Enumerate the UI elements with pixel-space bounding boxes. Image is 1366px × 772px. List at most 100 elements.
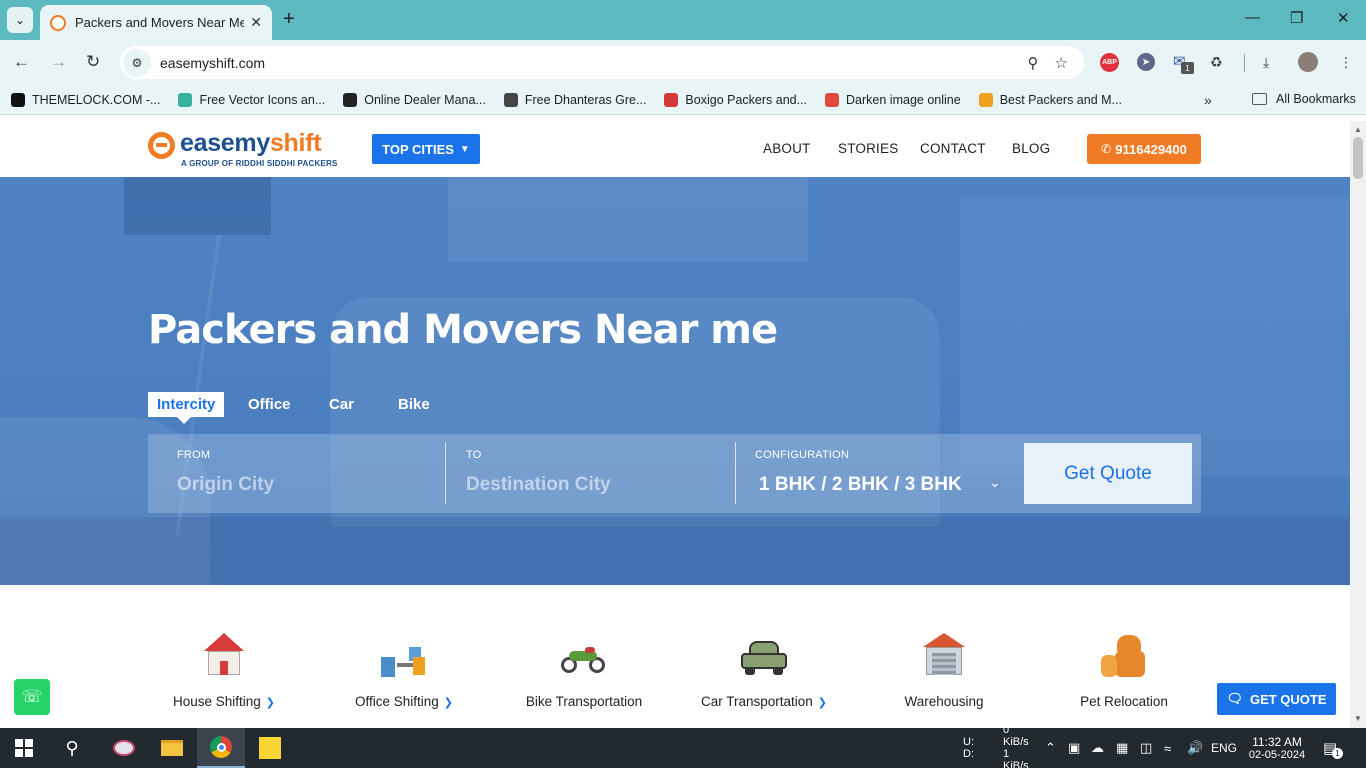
scrollbar-thumb[interactable] xyxy=(1353,137,1363,179)
download-icon[interactable]: ⤓ xyxy=(1263,54,1269,71)
hero-section: Packers and Movers Near me Intercity Off… xyxy=(0,177,1350,585)
tab-office[interactable]: Office xyxy=(239,392,300,417)
service-office-shifting[interactable]: Office Shifting ❯ xyxy=(324,633,484,711)
scroll-up-icon[interactable]: ▲ xyxy=(1354,125,1362,134)
quote-form: FROM Origin City TO Destination City CON… xyxy=(148,434,1201,513)
service-pet-relocation[interactable]: Pet Relocation xyxy=(1044,633,1204,711)
configuration-value[interactable]: 1 BHK / 2 BHK / 3 BHK xyxy=(759,474,962,496)
file-explorer-icon[interactable] xyxy=(148,728,196,768)
task-manager-icon[interactable]: ▦ xyxy=(1116,728,1128,768)
close-icon[interactable]: ✕ xyxy=(250,14,262,31)
meet-now-icon[interactable]: ▣ xyxy=(1068,728,1080,768)
tab-search-button[interactable]: ⌄ xyxy=(7,7,33,33)
nav-blog[interactable]: BLOG xyxy=(1012,141,1050,156)
bookmark-favicon-icon xyxy=(664,92,679,107)
from-input[interactable]: Origin City xyxy=(177,474,274,496)
whatsapp-icon: ☏ xyxy=(21,687,43,706)
bookmark-favicon-icon xyxy=(503,92,518,107)
extensions-puzzle-icon[interactable]: ♻ xyxy=(1210,54,1223,71)
notifications-icon[interactable]: ▤ 1 xyxy=(1323,728,1343,768)
more-menu-icon[interactable]: ⋮ xyxy=(1339,54,1353,71)
bookmark-item[interactable]: Free Vector Icons an... xyxy=(178,92,325,107)
bookmark-item[interactable]: Darken image online xyxy=(825,92,961,107)
office-desk-icon xyxy=(379,633,429,681)
to-input[interactable]: Destination City xyxy=(466,474,611,496)
nav-contact[interactable]: CONTACT xyxy=(920,141,986,156)
cursor-extension-icon[interactable]: ➤ xyxy=(1137,53,1155,71)
nav-stories[interactable]: STORIES xyxy=(838,141,898,156)
page-scrollbar[interactable]: ▲ ▼ xyxy=(1350,121,1366,728)
bookmark-item[interactable]: Online Dealer Mana... xyxy=(343,92,486,107)
restore-icon[interactable]: ❐ xyxy=(1290,9,1303,27)
search-icon[interactable]: ⚲ xyxy=(48,728,96,768)
language-indicator[interactable]: ENG xyxy=(1211,728,1237,768)
tab-title: Packers and Movers Near Me, H xyxy=(75,15,245,30)
configuration-select[interactable]: CONFIGURATION 1 BHK / 2 BHK / 3 BHK ⌄ xyxy=(736,434,1016,513)
logo-tagline: A GROUP OF RIDDHI SIDDHI PACKERS xyxy=(181,159,338,168)
profile-avatar[interactable] xyxy=(1298,52,1318,72)
nav-about[interactable]: ABOUT xyxy=(763,141,811,156)
bookmarks-overflow-icon[interactable]: » xyxy=(1204,92,1212,108)
browser-tab[interactable]: Packers and Movers Near Me, H ✕ xyxy=(40,5,272,40)
new-tab-button[interactable]: + xyxy=(283,8,295,31)
bookmark-favicon-icon xyxy=(825,92,840,107)
get-quote-button[interactable]: Get Quote xyxy=(1024,443,1192,504)
mail-extension-icon[interactable]: ✉ 1 xyxy=(1173,52,1195,74)
floating-get-quote-button[interactable]: 🗨 GET QUOTE xyxy=(1217,683,1336,715)
from-field[interactable]: FROM Origin City xyxy=(148,434,446,513)
close-window-icon[interactable]: ✕ xyxy=(1337,9,1350,27)
bookmark-item[interactable]: THEMELOCK.COM -... xyxy=(11,92,160,107)
clock[interactable]: 11:32 AM 02-05-2024 xyxy=(1246,728,1308,768)
whatsapp-button[interactable]: ☏ xyxy=(14,679,50,715)
browser-toolbar: ← → ↻ ⚙ easemyshift.com ⚲ ☆ ABP ➤ ✉ 1 ♻ … xyxy=(0,40,1366,85)
bookmark-favicon-icon xyxy=(978,92,993,107)
all-bookmarks-button[interactable]: All Bookmarks xyxy=(1252,92,1356,106)
top-cities-button[interactable]: TOP CITIES ▼ xyxy=(372,134,480,164)
chevron-down-icon: ⌄ xyxy=(14,13,26,27)
motorbike-icon xyxy=(559,633,609,681)
reload-icon[interactable]: ↻ xyxy=(86,52,100,72)
chat-icon: 🗨 xyxy=(1226,691,1243,706)
paint-app-icon[interactable] xyxy=(100,728,148,768)
network-speed-labels: U: D: xyxy=(963,736,974,760)
url-text[interactable]: easemyshift.com xyxy=(160,55,1028,71)
bookmark-star-icon[interactable]: ☆ xyxy=(1055,54,1068,72)
bookmark-favicon-icon xyxy=(178,92,193,107)
sticky-notes-icon[interactable] xyxy=(246,728,294,768)
to-field[interactable]: TO Destination City xyxy=(446,434,736,513)
service-house-shifting[interactable]: House Shifting ❯ xyxy=(144,633,304,711)
tab-bike[interactable]: Bike xyxy=(389,392,439,417)
phone-button[interactable]: ✆ 9116429400 xyxy=(1087,134,1201,164)
to-label: TO xyxy=(466,449,482,461)
battery-icon[interactable]: ◫ xyxy=(1140,728,1152,768)
scroll-down-icon[interactable]: ▼ xyxy=(1354,714,1362,723)
address-bar[interactable]: ⚙ easemyshift.com ⚲ ☆ xyxy=(120,46,1084,79)
tab-car[interactable]: Car xyxy=(320,392,363,417)
hero-title: Packers and Movers Near me xyxy=(148,307,778,353)
chrome-app-icon[interactable] xyxy=(197,728,245,768)
service-bike-transportation[interactable]: Bike Transportation xyxy=(504,633,664,711)
bookmark-item[interactable]: Best Packers and M... xyxy=(978,92,1122,107)
site-favicon-icon xyxy=(50,14,66,31)
configuration-label: CONFIGURATION xyxy=(755,449,850,461)
forward-icon[interactable]: → xyxy=(50,52,67,72)
zoom-icon[interactable]: ⚲ xyxy=(1028,54,1039,72)
services-row: House Shifting ❯ Office Shifting ❯ Bike Tr… xyxy=(0,585,1350,728)
show-hidden-icons-icon[interactable]: ⌃ xyxy=(1045,728,1056,768)
windows-start-icon[interactable] xyxy=(0,728,48,768)
onedrive-icon[interactable]: ☁ xyxy=(1091,728,1104,768)
floor-decor xyxy=(0,517,1350,585)
service-car-transportation[interactable]: Car Transportation ❯ xyxy=(684,633,844,711)
windows-taskbar: ⚲ U: D: 0 KiB/s 1 KiB/s ⌃ ▣ ☁ ▦ ◫ ≈ 🔊 EN… xyxy=(0,724,1366,772)
minimize-icon[interactable]: — xyxy=(1245,9,1260,26)
volume-icon[interactable]: 🔊 xyxy=(1187,728,1203,768)
wall-painting-decor xyxy=(448,177,808,262)
service-warehousing[interactable]: Warehousing xyxy=(864,633,1024,711)
bookmark-item[interactable]: Boxigo Packers and... xyxy=(664,92,807,107)
tab-intercity[interactable]: Intercity xyxy=(148,392,225,424)
adblock-extension-icon[interactable]: ABP xyxy=(1100,53,1119,72)
wifi-icon[interactable]: ≈ xyxy=(1164,728,1171,768)
back-icon[interactable]: ← xyxy=(13,52,30,72)
site-info-icon[interactable]: ⚙ xyxy=(123,48,151,77)
bookmark-item[interactable]: Free Dhanteras Gre... xyxy=(503,92,646,107)
